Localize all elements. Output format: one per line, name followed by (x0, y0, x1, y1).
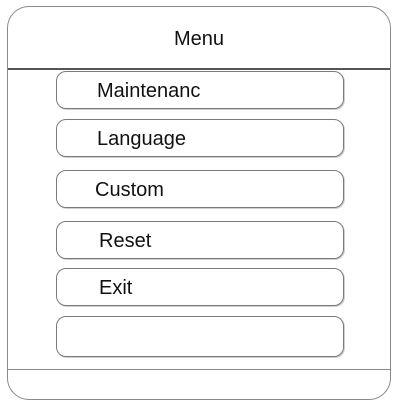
language-button[interactable]: Language (56, 119, 344, 157)
menu-panel: Menu Maintenanc Language Custom Reset Ex… (7, 6, 391, 400)
menu-title: Menu (173, 28, 225, 50)
maintenance-label: Maintenanc (97, 80, 201, 102)
exit-label: Exit (99, 277, 133, 299)
maintenance-button[interactable]: Maintenanc (56, 71, 344, 109)
custom-button[interactable]: Custom (56, 170, 344, 208)
custom-label: Custom (95, 179, 164, 201)
reset-label: Reset (99, 230, 152, 252)
menu-header: Menu (8, 7, 390, 70)
footer-divider (8, 369, 390, 370)
empty-menu-button[interactable] (56, 316, 344, 357)
reset-button[interactable]: Reset (56, 221, 344, 259)
language-label: Language (97, 128, 186, 150)
exit-button[interactable]: Exit (56, 268, 344, 306)
